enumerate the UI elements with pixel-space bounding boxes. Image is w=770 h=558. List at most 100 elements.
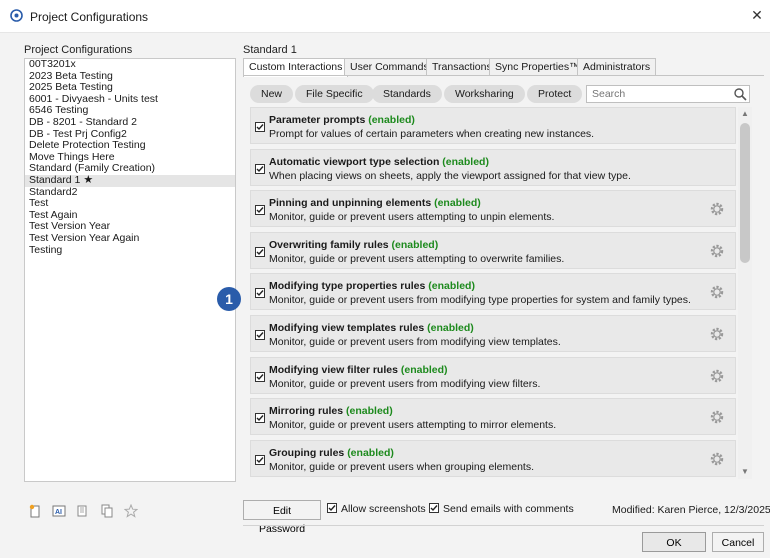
filter-protect-button[interactable]: Protect bbox=[527, 85, 583, 103]
config-item-label: 2023 Beta Testing bbox=[29, 69, 113, 82]
rule-title-text: Modifying type properties rules bbox=[269, 280, 426, 293]
rule-checkbox[interactable] bbox=[255, 330, 265, 340]
gear-icon[interactable] bbox=[709, 284, 725, 300]
config-list-item[interactable]: Testing bbox=[25, 244, 235, 257]
gear-icon[interactable] bbox=[709, 451, 725, 467]
scroll-thumb[interactable] bbox=[740, 123, 750, 263]
rule-row[interactable]: Modifying type properties rules (enabled… bbox=[250, 273, 736, 311]
rule-description: Monitor, guide or prevent users attempti… bbox=[269, 419, 557, 432]
gear-icon[interactable] bbox=[709, 368, 725, 384]
config-item-label: 6546 Testing bbox=[29, 104, 89, 117]
search-input[interactable] bbox=[587, 86, 722, 102]
checkmark-icon bbox=[256, 290, 264, 297]
rule-row[interactable]: Parameter prompts (enabled) Prompt for va… bbox=[250, 107, 736, 144]
rule-status: (enabled) bbox=[347, 446, 394, 459]
filter-new-button[interactable]: New bbox=[250, 85, 294, 103]
rule-title-text: Mirroring rules bbox=[269, 405, 344, 418]
config-list-item[interactable]: Standard2 bbox=[25, 186, 235, 199]
config-item-label: 6001 - Divyaesh - Units test bbox=[29, 92, 158, 105]
rule-title: Automatic viewport type selection (enabl… bbox=[269, 156, 489, 168]
gear-icon[interactable] bbox=[709, 243, 725, 259]
modified-info: Modified: Karen Pierce, 12/3/2025 bbox=[612, 504, 770, 516]
tab-administrators[interactable]: Administrators bbox=[577, 58, 657, 76]
rule-row[interactable]: Automatic viewport type selection (enabl… bbox=[250, 148, 736, 186]
send-emails-checkbox[interactable]: Send emails with comments bbox=[429, 503, 574, 517]
rule-title: Modifying view filter rules (enabled) bbox=[269, 364, 448, 376]
rule-row[interactable]: Pinning and unpinning elements (enabled)… bbox=[250, 190, 736, 228]
config-item-label: Test bbox=[29, 197, 49, 210]
checkmark-icon bbox=[256, 456, 264, 463]
tab-sync-properties[interactable]: Sync Properties™ bbox=[489, 58, 586, 76]
rule-status: (enabled) bbox=[391, 238, 439, 251]
rule-checkbox[interactable] bbox=[255, 288, 265, 299]
rule-row[interactable]: Grouping rules (enabled) Monitor, guide o… bbox=[250, 439, 736, 477]
config-item-label: 00T3201x bbox=[29, 58, 76, 70]
search-box bbox=[586, 85, 750, 103]
copy-config-icon[interactable] bbox=[100, 504, 114, 518]
rename-config-icon[interactable]: AI bbox=[52, 504, 66, 518]
cancel-button[interactable]: Cancel bbox=[712, 532, 764, 552]
scroll-down-icon[interactable]: ▼ bbox=[740, 467, 750, 477]
gear-icon[interactable] bbox=[709, 201, 725, 217]
filter-standards-button[interactable]: Standards bbox=[372, 85, 442, 103]
default-star-icon: ★ bbox=[83, 173, 94, 186]
rule-title: Pinning and unpinning elements (enabled) bbox=[269, 197, 481, 209]
tab-transactions[interactable]: Transactions bbox=[426, 58, 498, 76]
checkmark-icon bbox=[256, 207, 264, 214]
checkmark-icon bbox=[256, 373, 264, 380]
close-button[interactable]: ✕ bbox=[748, 6, 766, 24]
edit-password-button[interactable]: Edit Password bbox=[243, 500, 321, 535]
rule-row[interactable]: Mirroring rules (enabled) Monitor, guide … bbox=[250, 398, 736, 436]
config-item-label: Test Version Year bbox=[29, 220, 111, 233]
rule-checkbox[interactable] bbox=[255, 122, 265, 132]
callout-badge: 1 bbox=[217, 287, 241, 311]
scroll-up-icon[interactable]: ▲ bbox=[740, 109, 750, 119]
rule-checkbox[interactable] bbox=[255, 413, 265, 424]
gear-icon[interactable] bbox=[709, 409, 725, 425]
config-item-label: Test Version Year Again bbox=[29, 231, 140, 244]
checkbox-checked-icon bbox=[327, 503, 337, 513]
duplicate-config-icon[interactable] bbox=[76, 504, 90, 518]
new-config-icon[interactable] bbox=[28, 504, 42, 518]
rules-scrollbar[interactable]: ▲ ▼ bbox=[738, 107, 752, 479]
rule-checkbox[interactable] bbox=[255, 454, 265, 465]
footer-divider bbox=[243, 525, 764, 526]
rule-checkbox[interactable] bbox=[255, 371, 265, 382]
search-icon[interactable] bbox=[733, 87, 747, 101]
rule-title-text: Grouping rules bbox=[269, 446, 345, 459]
rule-status: (enabled) bbox=[442, 155, 489, 168]
configs-list[interactable]: 00T3201x 2023 Beta Testing 2025 Beta Testi… bbox=[24, 58, 236, 482]
tab-user-commands[interactable]: User Commands bbox=[344, 58, 435, 76]
rule-status: (enabled) bbox=[346, 405, 393, 418]
star-icon[interactable] bbox=[124, 504, 138, 518]
rule-row[interactable]: Modifying view filter rules (enabled) Mon… bbox=[250, 356, 736, 394]
config-item-label: DB - Test Prj Config2 bbox=[29, 127, 127, 140]
rule-title-text: Modifying view templates rules bbox=[269, 322, 425, 334]
filter-worksharing-button[interactable]: Worksharing bbox=[444, 85, 525, 103]
app-logo-icon bbox=[10, 9, 23, 22]
ok-button[interactable]: OK bbox=[642, 532, 706, 552]
checkmark-icon bbox=[256, 248, 264, 255]
rule-description: Monitor, guide or prevent users when gro… bbox=[269, 460, 534, 473]
filter-file-specific-button[interactable]: File Specific bbox=[295, 85, 374, 103]
rule-checkbox[interactable] bbox=[255, 163, 265, 174]
rule-status: (enabled) bbox=[368, 114, 415, 126]
rule-title: Mirroring rules (enabled) bbox=[269, 405, 393, 417]
rule-title: Grouping rules (enabled) bbox=[269, 447, 394, 459]
rule-description: Prompt for values of certain parameters … bbox=[269, 128, 595, 140]
send-emails-label: Send emails with comments bbox=[443, 503, 574, 515]
rule-row[interactable]: Overwriting family rules (enabled) Monito… bbox=[250, 231, 736, 269]
allow-screenshots-checkbox[interactable]: Allow screenshots bbox=[327, 503, 426, 517]
rule-checkbox[interactable] bbox=[255, 246, 265, 257]
rule-description: Monitor, guide or prevent users from mod… bbox=[269, 294, 691, 307]
rule-checkbox[interactable] bbox=[255, 205, 265, 216]
config-name-label: Standard 1 bbox=[243, 44, 297, 56]
config-item-label: Standard (Family Creation) bbox=[29, 162, 156, 175]
rule-title-text: Automatic viewport type selection bbox=[269, 155, 440, 168]
rule-title: Modifying view templates rules (enabled) bbox=[269, 322, 474, 334]
rule-status: (enabled) bbox=[427, 322, 474, 334]
gear-icon[interactable] bbox=[709, 326, 725, 342]
config-item-label: 2025 Beta Testing bbox=[29, 81, 113, 94]
config-item-label: Standard 1 bbox=[29, 173, 81, 186]
rule-row[interactable]: Modifying view templates rules (enabled)… bbox=[250, 315, 736, 352]
